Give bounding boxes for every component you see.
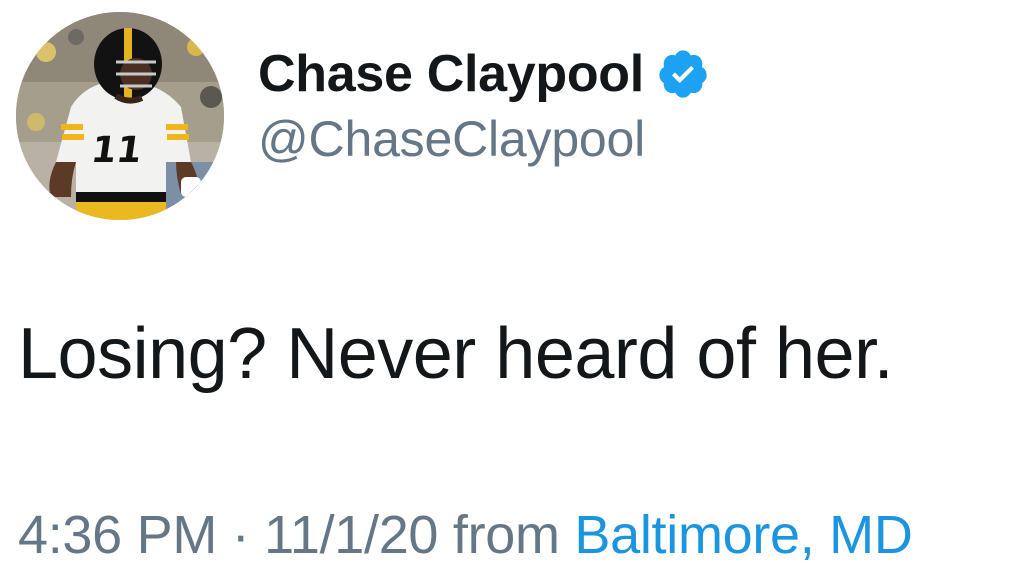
meta-separator: · — [231, 505, 250, 565]
display-name[interactable]: Chase Claypool — [258, 48, 644, 100]
tweet-card: 11 Chase Claypool @ChaseClaypool Losing?… — [0, 0, 1023, 582]
display-name-row: Chase Claypool — [258, 38, 710, 110]
location-link[interactable]: Baltimore, MD — [574, 505, 912, 565]
svg-text:11: 11 — [89, 128, 145, 171]
tweet-time[interactable]: 4:36 PM — [18, 505, 217, 565]
user-handle[interactable]: @ChaseClaypool — [258, 114, 710, 164]
tweet-meta: 4:36 PM · 11/1/20 from Baltimore, MD — [18, 508, 913, 562]
from-label: from — [452, 505, 560, 565]
tweet-text: Losing? Never heard of her. — [18, 314, 894, 394]
avatar[interactable]: 11 — [16, 12, 224, 220]
verified-badge-icon — [656, 47, 710, 101]
player-photo-icon: 11 — [16, 12, 224, 220]
user-info: Chase Claypool @ChaseClaypool — [258, 38, 710, 164]
tweet-date[interactable]: 11/1/20 — [264, 505, 438, 565]
